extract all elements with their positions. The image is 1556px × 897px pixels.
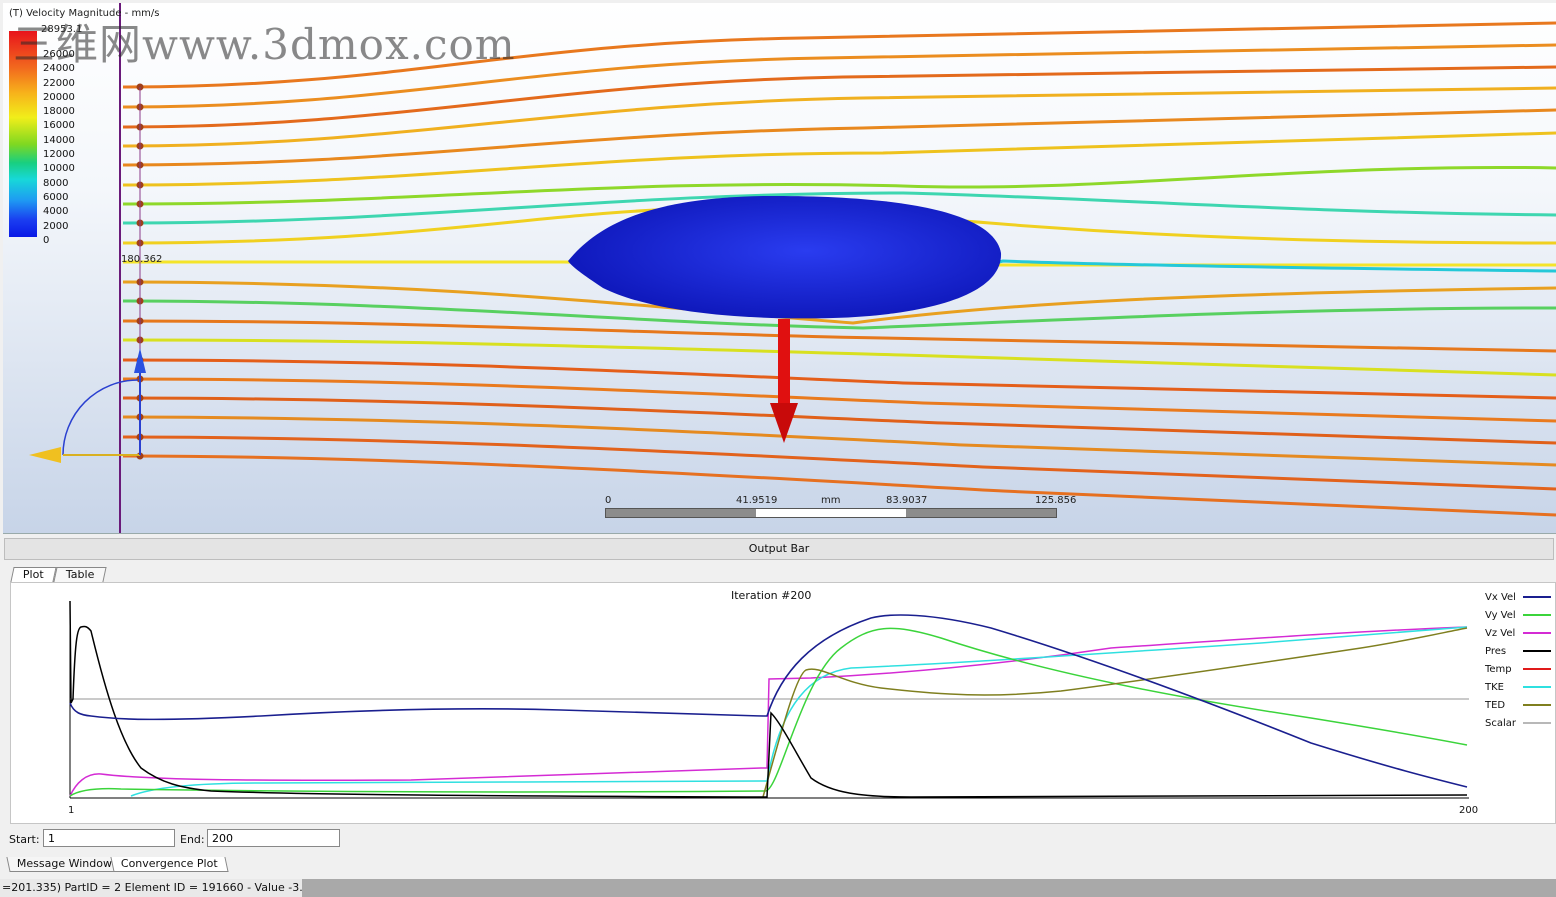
legend-entry-label: TKE [1485, 681, 1504, 693]
legend-swatch [1523, 704, 1551, 706]
end-label: End: [180, 833, 205, 846]
legend-swatch [1523, 686, 1551, 688]
legend-entry: TKE [1485, 678, 1551, 696]
streamline [122, 358, 1556, 400]
status-text: =201.335) PartID = 2 Element ID = 191660… [0, 879, 302, 897]
legend-entry: Vy Vel [1485, 606, 1551, 624]
x-axis-start-label: 1 [68, 805, 75, 816]
output-bar-title: Output Bar [4, 538, 1554, 560]
start-label: Start: [9, 833, 40, 846]
legend-swatch [1523, 632, 1551, 634]
plot-canvas [69, 600, 1469, 799]
legend-entry-label: Vz Vel [1485, 627, 1516, 639]
legend-entry: TED [1485, 696, 1551, 714]
streamline [122, 319, 1556, 353]
legend-entry-label: Vx Vel [1485, 591, 1516, 603]
legend-tick: 18000 [43, 106, 75, 118]
legend-tick: 16000 [43, 120, 75, 132]
legend-entry: Vx Vel [1485, 588, 1551, 606]
seed-value-label: 180.362 [121, 254, 163, 265]
legend-entry-label: Pres [1485, 645, 1507, 657]
legend-entry-label: Temp [1485, 663, 1512, 675]
tab-plot[interactable]: Plot [10, 567, 57, 582]
legend-entry: Scalar [1485, 714, 1551, 732]
legend-tick: 10000 [43, 163, 75, 175]
legend-entry-label: Vy Vel [1485, 609, 1516, 621]
3d-viewport[interactable]: (T) Velocity Magnitude - mm/s 28953.1 26… [3, 3, 1556, 534]
legend-entry-label: Scalar [1485, 717, 1516, 729]
tab-table[interactable]: Table [53, 567, 108, 582]
legend-tick: 14000 [43, 134, 75, 146]
legend-entry: Temp [1485, 660, 1551, 678]
legend-tick: 4000 [43, 206, 69, 218]
axis-triad [29, 348, 146, 463]
legend-swatch [1523, 614, 1551, 616]
legend-tick: 8000 [43, 177, 69, 189]
legend-swatch [1523, 596, 1551, 598]
legend-swatch [1523, 668, 1551, 670]
body-shape [568, 195, 1002, 319]
streamline [122, 338, 1556, 377]
legend-tick: 20000 [43, 91, 75, 103]
scale-label: mm [821, 495, 841, 506]
series-ted [762, 627, 1468, 798]
start-input[interactable] [43, 829, 175, 847]
scale-bar [605, 508, 1057, 518]
scale-label: 41.9519 [736, 495, 778, 506]
legend-entry: Vz Vel [1485, 624, 1551, 642]
scale-label: 0 [605, 495, 612, 506]
plot-legend: Vx Vel Vy Vel Vz Vel Pres Temp TKE TED Scalar [1485, 588, 1551, 732]
flow-scene[interactable] [3, 3, 1556, 533]
force-arrow [770, 319, 798, 443]
watermark: 三维网www.3dmox.com [13, 20, 516, 69]
plot-title: Iteration #200 [731, 589, 812, 602]
scale-label: 125.856 [1035, 495, 1077, 506]
streamline [122, 454, 1556, 517]
legend-tick: 2000 [43, 220, 69, 232]
convergence-plot[interactable]: Iteration #200 1 200 Vx Vel Vy Vel Vz Vel P… [10, 582, 1556, 824]
legend-tick: 6000 [43, 191, 69, 203]
scale-label: 83.9037 [886, 495, 928, 506]
x-axis-end-label: 200 [1459, 805, 1479, 816]
legend-swatch [1523, 650, 1551, 652]
legend-ticks: 26000 24000 22000 20000 18000 16000 14000 12000… [43, 48, 75, 248]
end-input[interactable] [207, 829, 340, 847]
legend-entry-label: TED [1485, 699, 1506, 711]
legend-swatch [1523, 722, 1551, 724]
legend-tick: 0 [43, 234, 50, 246]
tab-message-window[interactable]: Message Window [6, 857, 123, 872]
legend-tick: 12000 [43, 149, 75, 161]
status-bar: =201.335) PartID = 2 Element ID = 191660… [0, 879, 1556, 897]
tab-convergence-plot[interactable]: Convergence Plot [110, 857, 229, 872]
legend-entry: Pres [1485, 642, 1551, 660]
legend-tick: 22000 [43, 77, 75, 89]
